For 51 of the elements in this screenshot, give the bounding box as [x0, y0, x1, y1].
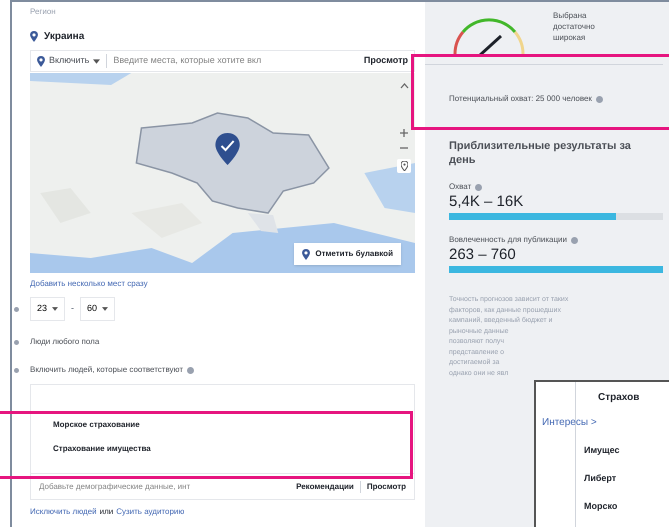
audience-breadth-text: широкая: [553, 32, 586, 43]
bulk-locations-link[interactable]: Добавить несколько мест сразу: [30, 278, 148, 290]
location-pin-icon: [30, 30, 38, 42]
location-pin-icon: [302, 248, 310, 260]
audience-breadth-text: Выбрана: [553, 10, 588, 21]
metric-label: Вовлеченность для публикации: [449, 234, 567, 246]
age-separator: -: [71, 302, 74, 316]
info-icon: [475, 184, 482, 190]
include-dropdown[interactable]: Включить: [37, 54, 100, 68]
popup-item[interactable]: Морско: [584, 500, 618, 514]
drop-pin-button[interactable]: Отметить булавкой: [294, 243, 401, 265]
popup-item[interactable]: Либерт: [584, 472, 616, 486]
suggestions-button[interactable]: Рекомендации: [296, 480, 354, 492]
breadcrumb-link[interactable]: Интересы >: [542, 415, 597, 430]
browse-button[interactable]: Просмотр: [366, 480, 406, 492]
info-icon: [596, 96, 603, 102]
metric-value: 263 – 760: [449, 246, 517, 264]
age-to-dropdown[interactable]: 60: [80, 297, 116, 321]
caret-icon: [102, 307, 108, 311]
popup-title: Страхов: [597, 391, 640, 405]
targeting-search-field[interactable]: Добавьте демографические данные, инт: [39, 480, 290, 492]
targeting-label: Включить людей, которые соответствуют: [30, 364, 184, 376]
bullet-icon: [14, 368, 19, 372]
selected-location[interactable]: Украина: [44, 28, 84, 44]
potential-reach-text: Потенциальный охват: 25 000 человек: [449, 93, 592, 105]
bullet-icon: [14, 340, 19, 344]
location-pin-icon: [37, 56, 45, 66]
field-label: Регион: [30, 6, 57, 18]
collapse-button[interactable]: [400, 83, 408, 89]
exclude-link[interactable]: Исключить людей: [30, 506, 97, 518]
audience-breadth-text: достаточно: [553, 21, 595, 32]
or-text: или: [100, 506, 114, 518]
narrow-link[interactable]: Сузить аудиторию: [116, 506, 184, 518]
popup-item[interactable]: Имущес: [584, 444, 620, 458]
metric-value: 5,4K – 16K: [449, 193, 524, 211]
gender-value: Люди любого пола: [30, 336, 100, 348]
interest-item[interactable]: Морское страхование: [31, 413, 414, 437]
caret-icon: [52, 307, 58, 311]
location-search-bar[interactable]: Включить Введите места, которые хотите вкл Просмотр: [30, 50, 415, 72]
metric-label: Охват: [449, 181, 472, 193]
location-search-field[interactable]: Введите места, которые хотите вкл: [106, 54, 358, 68]
age-from-dropdown[interactable]: 23: [30, 297, 66, 321]
info-icon: [187, 366, 194, 374]
zoom-in-button[interactable]: [400, 129, 408, 137]
caret-icon: [93, 58, 100, 64]
interest-item[interactable]: Страхование имущества: [31, 437, 414, 461]
estimates-title: Приблизительные результаты за день: [449, 139, 632, 167]
browse-button[interactable]: Просмотр: [364, 54, 408, 68]
locate-button[interactable]: [397, 159, 411, 173]
bullet-icon: [14, 306, 19, 312]
info-icon: [570, 236, 578, 244]
